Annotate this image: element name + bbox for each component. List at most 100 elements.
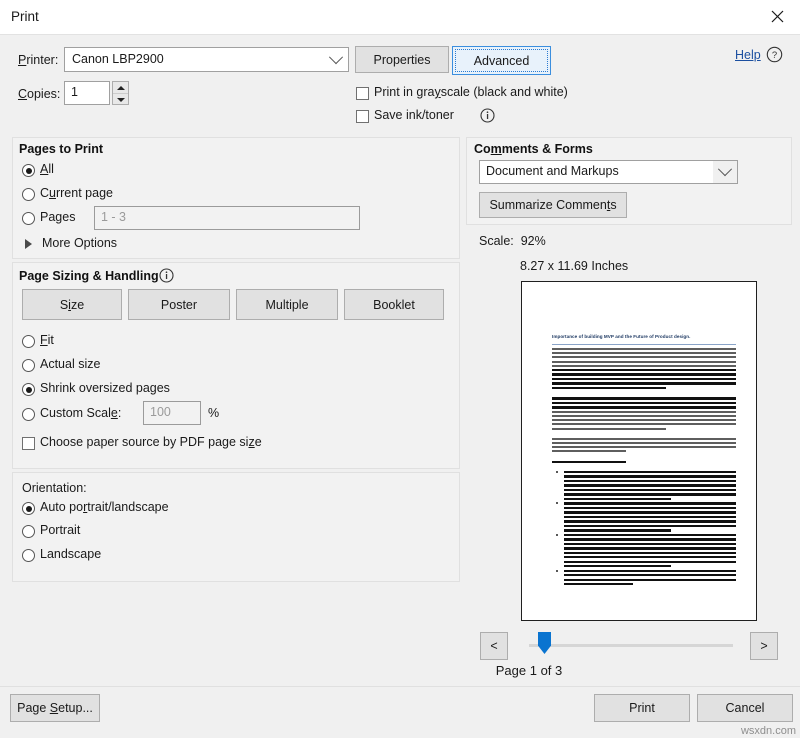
radio-current-page[interactable] bbox=[22, 188, 35, 201]
radio-pages-range-label: Pages bbox=[40, 210, 75, 224]
preview-bullet-1 bbox=[552, 471, 736, 500]
cancel-button-label: Cancel bbox=[726, 701, 765, 715]
scale-label: Scale: bbox=[479, 234, 514, 248]
preview-bullet-2 bbox=[552, 502, 736, 531]
custom-scale-placeholder: 100 bbox=[150, 405, 171, 419]
chevron-down-icon bbox=[713, 161, 737, 183]
page-indicator: Page 1 of 3 bbox=[0, 663, 800, 678]
watermark: wsxdn.com bbox=[741, 725, 796, 737]
multiple-button[interactable]: Multiple bbox=[236, 289, 338, 320]
page-slider-thumb[interactable] bbox=[538, 632, 551, 654]
next-page-button[interactable]: > bbox=[750, 632, 778, 660]
copies-input-value: 1 bbox=[71, 85, 78, 99]
properties-button-label: Properties bbox=[374, 53, 431, 67]
save-ink-label: Save ink/toner bbox=[374, 108, 454, 122]
printer-select[interactable]: Canon LBP2900 bbox=[64, 47, 349, 72]
booklet-button-label: Booklet bbox=[373, 298, 415, 312]
radio-landscape-label: Landscape bbox=[40, 547, 101, 561]
size-button-label: Size bbox=[60, 298, 84, 312]
preview-doc-rule bbox=[552, 344, 736, 345]
copies-stepper[interactable] bbox=[112, 81, 129, 105]
preview-bullet-3 bbox=[552, 534, 736, 568]
page-setup-label: Page Setup... bbox=[17, 701, 93, 715]
size-button[interactable]: Size bbox=[22, 289, 122, 320]
summarize-comments-label: Summarize Comments bbox=[489, 198, 616, 212]
chevron-down-icon bbox=[324, 48, 348, 71]
custom-scale-input[interactable]: 100 bbox=[143, 401, 201, 425]
summarize-comments-button[interactable]: Summarize Comments bbox=[479, 192, 627, 218]
radio-actual-size[interactable] bbox=[22, 359, 35, 372]
percent-label: % bbox=[208, 406, 219, 420]
radio-fit-label: Fit bbox=[40, 333, 54, 347]
page-sizing-title: Page Sizing & Handling bbox=[19, 269, 159, 283]
print-grayscale-checkbox[interactable] bbox=[356, 87, 369, 100]
radio-landscape[interactable] bbox=[22, 549, 35, 562]
radio-shrink-oversized[interactable] bbox=[22, 383, 35, 396]
properties-button[interactable]: Properties bbox=[355, 46, 449, 73]
radio-custom-scale-label: Custom Scale: bbox=[40, 406, 121, 420]
preview-page: Importance of building MVP and the Futur… bbox=[529, 288, 749, 614]
preview-bullet-4 bbox=[552, 570, 736, 586]
page-setup-button[interactable]: Page Setup... bbox=[10, 694, 100, 722]
comments-forms-title: Comments & Forms bbox=[474, 142, 593, 156]
cancel-button[interactable]: Cancel bbox=[697, 694, 793, 722]
chevron-up-icon[interactable] bbox=[113, 82, 128, 94]
paper-dimensions: 8.27 x 11.69 Inches bbox=[520, 259, 628, 273]
radio-auto-orientation-label: Auto portrait/landscape bbox=[40, 500, 169, 514]
triangle-right-icon[interactable] bbox=[25, 239, 32, 249]
pages-to-print-title: Pages to Print bbox=[19, 142, 103, 156]
previous-page-button[interactable]: < bbox=[480, 632, 508, 660]
print-dialog: Print Printer: Canon LBP2900 Properties … bbox=[0, 0, 800, 738]
previous-page-label: < bbox=[490, 639, 497, 653]
poster-button[interactable]: Poster bbox=[128, 289, 230, 320]
radio-shrink-oversized-label: Shrink oversized pages bbox=[40, 381, 170, 395]
next-page-label: > bbox=[760, 639, 767, 653]
document-preview[interactable]: Importance of building MVP and the Futur… bbox=[521, 281, 757, 621]
print-button-label: Print bbox=[629, 701, 655, 715]
radio-pages-all-label: All bbox=[40, 162, 54, 176]
orientation-title: Orientation: bbox=[22, 481, 87, 495]
window-title: Print bbox=[11, 9, 39, 24]
radio-actual-size-label: Actual size bbox=[40, 357, 100, 371]
advanced-button[interactable]: Advanced bbox=[452, 46, 551, 75]
comments-forms-select[interactable]: Document and Markups bbox=[479, 160, 738, 184]
radio-portrait[interactable] bbox=[22, 525, 35, 538]
more-options-toggle[interactable]: More Options bbox=[42, 236, 117, 250]
copies-label: Copies: bbox=[18, 87, 60, 101]
info-circle-icon[interactable] bbox=[159, 268, 174, 283]
radio-custom-scale[interactable] bbox=[22, 408, 35, 421]
scale-info: Scale: 92% bbox=[479, 234, 546, 248]
booklet-button[interactable]: Booklet bbox=[344, 289, 444, 320]
close-icon[interactable] bbox=[754, 0, 800, 33]
preview-doc-body bbox=[552, 348, 736, 588]
comments-forms-value: Document and Markups bbox=[486, 164, 619, 178]
radio-pages-all[interactable] bbox=[22, 164, 35, 177]
info-circle-icon[interactable] bbox=[480, 108, 495, 123]
preview-section-heading bbox=[552, 461, 626, 463]
multiple-button-label: Multiple bbox=[265, 298, 308, 312]
pages-range-input[interactable]: 1 - 3 bbox=[94, 206, 360, 230]
svg-text:?: ? bbox=[772, 50, 777, 61]
radio-portrait-label: Portrait bbox=[40, 523, 80, 537]
chevron-down-icon[interactable] bbox=[113, 94, 128, 105]
radio-auto-orientation[interactable] bbox=[22, 502, 35, 515]
question-circle-icon[interactable]: ? bbox=[766, 46, 783, 63]
advanced-button-label: Advanced bbox=[474, 54, 530, 68]
poster-button-label: Poster bbox=[161, 298, 197, 312]
footer-divider bbox=[0, 686, 800, 687]
print-button[interactable]: Print bbox=[594, 694, 690, 722]
save-ink-checkbox[interactable] bbox=[356, 110, 369, 123]
radio-fit[interactable] bbox=[22, 335, 35, 348]
print-grayscale-label: Print in grayscale (black and white) bbox=[374, 85, 568, 99]
copies-input[interactable]: 1 bbox=[64, 81, 110, 105]
printer-label: Printer: bbox=[18, 53, 58, 67]
choose-paper-source-label: Choose paper source by PDF page size bbox=[40, 435, 262, 449]
radio-pages-range[interactable] bbox=[22, 212, 35, 225]
preview-doc-title: Importance of building MVP and the Futur… bbox=[552, 334, 736, 340]
title-bar: Print bbox=[0, 0, 800, 35]
scale-value: 92% bbox=[521, 234, 546, 248]
help-link[interactable]: Help bbox=[735, 48, 761, 62]
pages-range-placeholder: 1 - 3 bbox=[101, 210, 126, 224]
choose-paper-source-checkbox[interactable] bbox=[22, 437, 35, 450]
page-slider-track[interactable] bbox=[529, 644, 733, 647]
